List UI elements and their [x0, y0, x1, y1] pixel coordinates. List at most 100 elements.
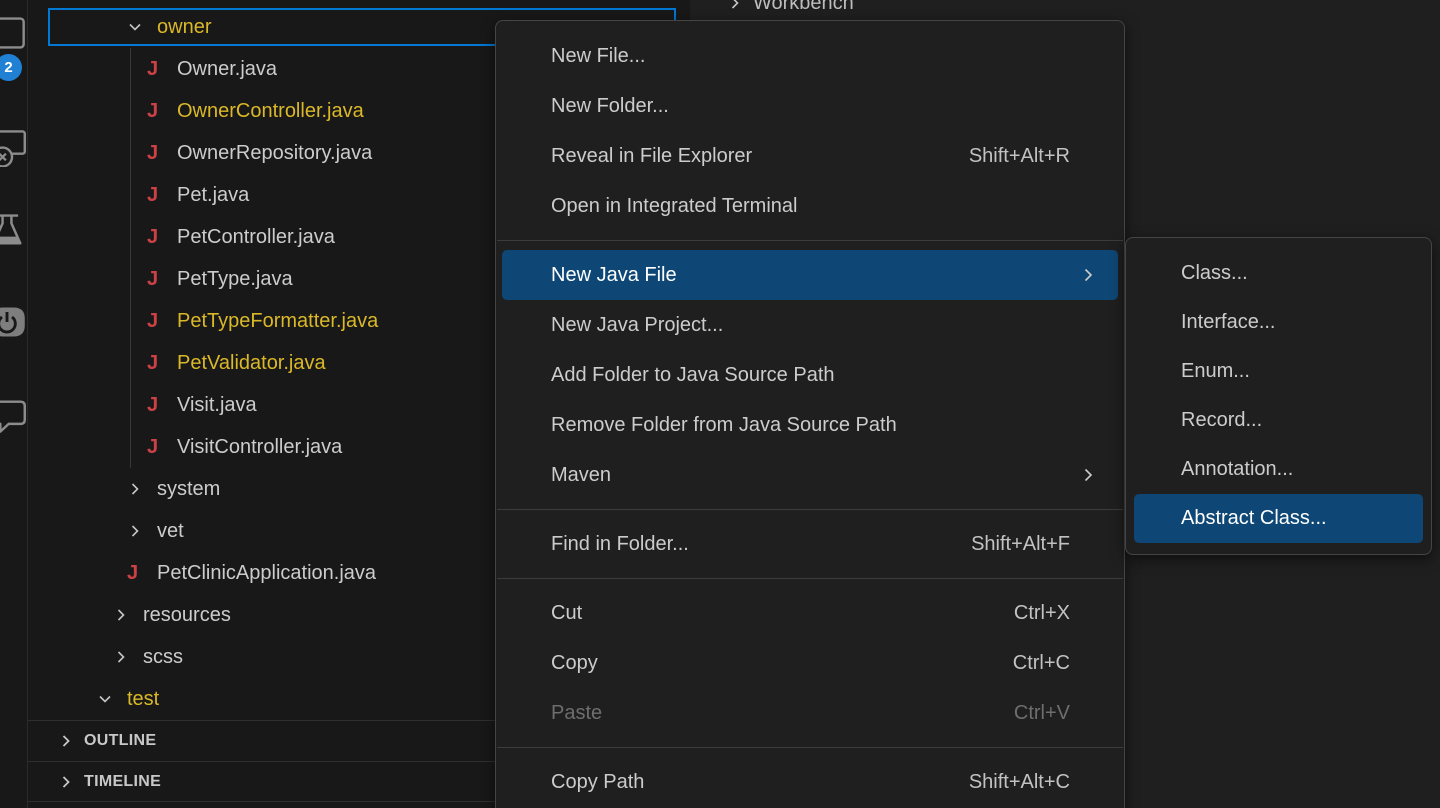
submenu-item-interface[interactable]: Interface...	[1134, 298, 1423, 347]
java-file-icon: J	[147, 436, 177, 459]
java-file-icon: J	[147, 100, 177, 123]
menu-item-label: Find in Folder...	[551, 533, 689, 556]
editor-window-icon[interactable]	[0, 13, 27, 53]
menu-item-copy[interactable]: Copy Ctrl+C	[502, 638, 1118, 688]
settings-tree-item-workbench[interactable]: Workbench	[727, 0, 854, 20]
tree-item-label: PetClinicApplication.java	[157, 562, 376, 585]
menu-item-new-java-project[interactable]: New Java Project...	[502, 300, 1118, 350]
spring-boot-dashboard-icon[interactable]	[0, 302, 27, 342]
menu-item-label: Copy	[551, 652, 598, 675]
menu-item-find-in-folder[interactable]: Find in Folder... Shift+Alt+F	[502, 519, 1118, 569]
menu-item-new-file[interactable]: New File...	[502, 31, 1118, 81]
menu-item-reveal-in-file-explorer[interactable]: Reveal in File Explorer Shift+Alt+R	[502, 131, 1118, 181]
menu-item-paste[interactable]: PasteCtrl+V	[502, 688, 1118, 738]
menu-separator	[497, 509, 1123, 510]
submenu-item-label: Enum...	[1181, 360, 1250, 383]
java-file-icon: J	[147, 310, 177, 333]
submenu-item-annotation[interactable]: Annotation...	[1134, 445, 1423, 494]
java-file-icon: J	[147, 142, 177, 165]
menu-separator	[497, 240, 1123, 241]
menu-item-label: New File...	[551, 45, 645, 68]
menu-item-label: New Folder...	[551, 95, 669, 118]
tree-item-label: PetValidator.java	[177, 352, 326, 375]
tree-item-label: PetTypeFormatter.java	[177, 310, 378, 333]
java-file-icon: J	[147, 394, 177, 417]
java-file-icon: J	[147, 352, 177, 375]
menu-item-label: Reveal in File Explorer	[551, 145, 752, 168]
submenu-item-label: Class...	[1181, 262, 1248, 285]
menu-item-label: Remove Folder from Java Source Path	[551, 414, 897, 437]
explorer-context-menu: New File... New Folder... Reveal in File E…	[495, 20, 1125, 808]
chevron-down-icon	[127, 19, 157, 35]
chat-icon[interactable]	[0, 395, 27, 435]
menu-item-cut[interactable]: Cut Ctrl+X	[502, 588, 1118, 638]
new-java-file-submenu: Class... Interface... Enum... Record... Anno…	[1125, 237, 1432, 555]
submenu-item-enum[interactable]: Enum...	[1134, 347, 1423, 396]
tree-item-label: PetController.java	[177, 226, 335, 249]
java-file-icon: J	[147, 184, 177, 207]
activity-badge: 2	[0, 54, 22, 81]
menu-item-new-folder[interactable]: New Folder...	[502, 81, 1118, 131]
tree-item-label: OwnerController.java	[177, 100, 364, 123]
chevron-right-icon	[113, 607, 143, 623]
tree-item-label: scss	[143, 646, 183, 669]
chevron-right-icon	[127, 481, 157, 497]
chevron-right-icon	[1080, 267, 1096, 283]
menu-item-label: Cut	[551, 602, 582, 625]
chevron-right-icon	[58, 733, 84, 749]
tree-item-label: OwnerRepository.java	[177, 142, 372, 165]
java-file-icon: J	[127, 562, 157, 585]
activity-bar: 2	[0, 0, 28, 808]
test-flask-icon[interactable]	[0, 210, 27, 250]
chevron-right-icon	[727, 0, 743, 11]
tree-item-label: vet	[157, 520, 184, 543]
submenu-item-label: Annotation...	[1181, 458, 1293, 481]
submenu-item-label: Interface...	[1181, 311, 1276, 334]
submenu-item-label: Abstract Class...	[1181, 507, 1327, 530]
tree-item-label: system	[157, 478, 220, 501]
chevron-right-icon	[1080, 467, 1096, 483]
menu-item-label: New Java File	[551, 264, 677, 287]
breadcrumb-label: Workbench	[753, 0, 854, 15]
submenu-item-label: Record...	[1181, 409, 1262, 432]
menu-item-maven[interactable]: Maven	[502, 450, 1118, 500]
tree-item-label: Pet.java	[177, 184, 249, 207]
menu-item-shortcut: Shift+Alt+R	[969, 145, 1070, 168]
section-label: OUTLINE	[84, 732, 156, 750]
remote-explorer-icon[interactable]	[0, 127, 27, 167]
submenu-item-class[interactable]: Class...	[1134, 249, 1423, 298]
tree-item-label: test	[127, 688, 159, 711]
menu-separator	[497, 747, 1123, 748]
menu-item-label: Add Folder to Java Source Path	[551, 364, 835, 387]
tree-item-label: Visit.java	[177, 394, 257, 417]
chevron-right-icon	[58, 774, 84, 790]
submenu-item-record[interactable]: Record...	[1134, 396, 1423, 445]
menu-item-remove-folder-from-java-source-path[interactable]: Remove Folder from Java Source Path	[502, 400, 1118, 450]
java-file-icon: J	[147, 268, 177, 291]
menu-item-new-java-file[interactable]: New Java File	[502, 250, 1118, 300]
menu-item-label: Maven	[551, 464, 611, 487]
menu-item-shortcut: Ctrl+X	[1014, 602, 1070, 625]
chevron-right-icon	[113, 649, 143, 665]
tree-item-label: Owner.java	[177, 58, 277, 81]
java-file-icon: J	[147, 226, 177, 249]
chevron-right-icon	[127, 523, 157, 539]
menu-item-label: Open in Integrated Terminal	[551, 195, 797, 218]
menu-item-shortcut: Shift+Alt+C	[969, 771, 1070, 794]
tree-item-label: owner	[157, 16, 211, 39]
menu-separator	[497, 578, 1123, 579]
java-file-icon: J	[147, 58, 177, 81]
tree-item-label: VisitController.java	[177, 436, 342, 459]
menu-item-label: Copy Path	[551, 771, 644, 794]
menu-item-shortcut: Ctrl+C	[1013, 652, 1070, 675]
menu-item-open-in-integrated-terminal[interactable]: Open in Integrated Terminal	[502, 181, 1118, 231]
menu-item-label: New Java Project...	[551, 314, 723, 337]
submenu-item-abstract-class[interactable]: Abstract Class...	[1134, 494, 1423, 543]
tree-item-label: PetType.java	[177, 268, 293, 291]
menu-item-copy-path[interactable]: Copy Path Shift+Alt+C	[502, 757, 1118, 807]
menu-item-shortcut: Shift+Alt+F	[971, 533, 1070, 556]
menu-item-add-folder-to-java-source-path[interactable]: Add Folder to Java Source Path	[502, 350, 1118, 400]
menu-item-shortcut: Ctrl+V	[1014, 702, 1070, 725]
tree-item-label: resources	[143, 604, 231, 627]
section-label: TIMELINE	[84, 773, 161, 791]
